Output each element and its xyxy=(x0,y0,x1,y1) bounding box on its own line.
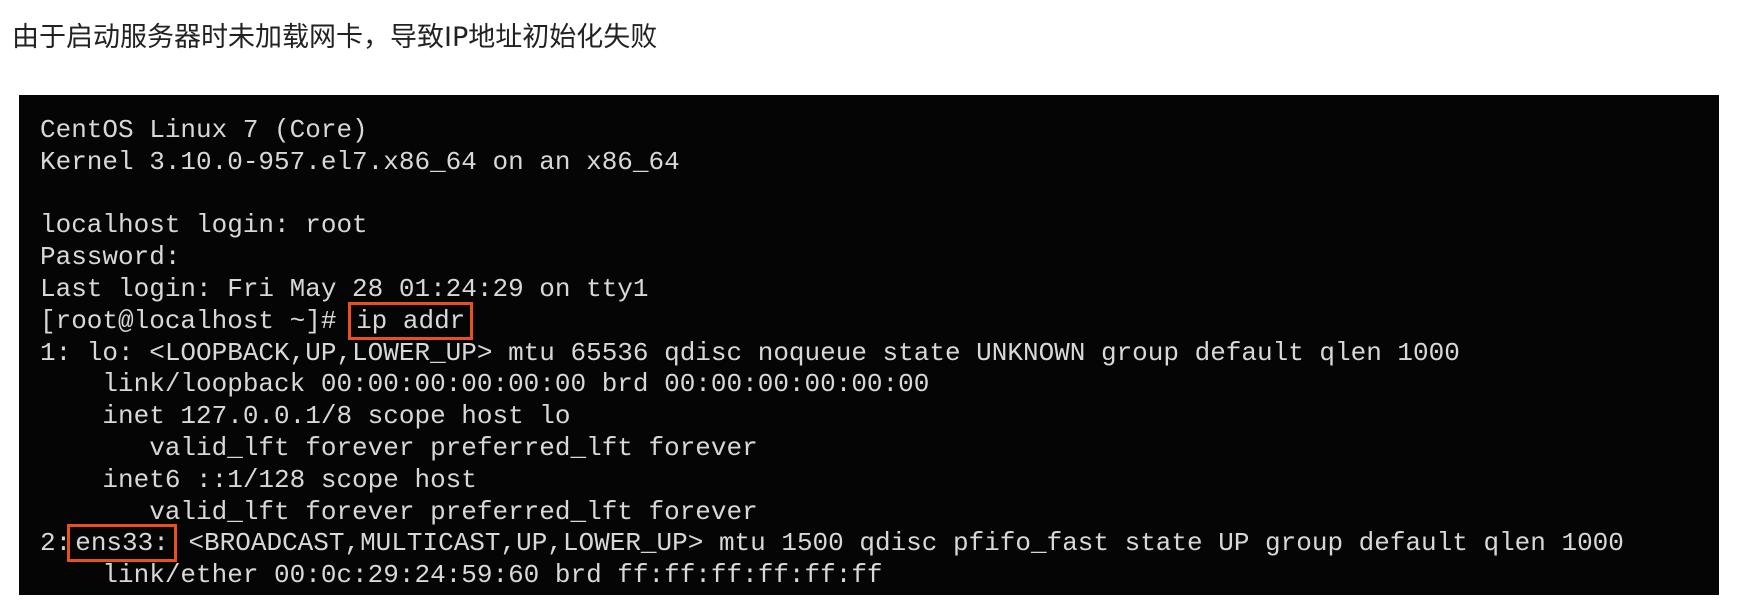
caption-text: 由于启动服务器时未加载网卡，导致IP地址初始化失败 xyxy=(12,22,658,53)
interface-flags: <BROADCAST,MULTICAST,UP,LOWER_UP> mtu 15… xyxy=(188,528,1624,559)
terminal-line-ens33-link: link/ether 00:0c:29:24:59:60 brd ff:ff:f… xyxy=(40,560,883,591)
terminal-line-password: Password: xyxy=(40,242,181,273)
terminal-line-ens33-interface: 2: ens33: <BROADCAST,MULTICAST,UP,LOWER_U… xyxy=(40,524,1624,563)
terminal-output: CentOS Linux 7 (Core) Kernel 3.10.0-957.… xyxy=(40,115,1624,592)
terminal-line-lo-valid-lft-2: valid_lft forever preferred_lft forever xyxy=(40,496,758,527)
shell-prompt: [root@localhost ~]# xyxy=(40,305,337,336)
highlighted-command: ip addr xyxy=(348,301,474,340)
terminal-line-lo-inet6: inet6 ::1/128 scope host xyxy=(40,464,477,495)
highlighted-interface-name: ens33: xyxy=(67,524,177,563)
terminal-line-prompt: [root@localhost ~]# ip addr xyxy=(40,301,1624,340)
terminal-line-lo-interface: 1: lo: <LOOPBACK,UP,LOWER_UP> mtu 65536 … xyxy=(40,337,1460,368)
interface-index: 2: xyxy=(40,528,72,559)
terminal-line-os: CentOS Linux 7 (Core) xyxy=(40,115,368,145)
terminal-line-lo-inet: inet 127.0.0.1/8 scope host lo xyxy=(40,401,571,432)
terminal-line-kernel: Kernel 3.10.0-957.el7.x86_64 on an x86_6… xyxy=(40,146,680,177)
terminal-line-login: localhost login: root xyxy=(40,210,368,241)
terminal-line-lo-valid-lft: valid_lft forever preferred_lft forever xyxy=(40,432,758,463)
terminal-screenshot: CentOS Linux 7 (Core) Kernel 3.10.0-957.… xyxy=(19,95,1719,595)
terminal-line-last-login: Last login: Fri May 28 01:24:29 on tty1 xyxy=(40,273,649,304)
terminal-line-lo-link: link/loopback 00:00:00:00:00:00 brd 00:0… xyxy=(40,369,930,400)
